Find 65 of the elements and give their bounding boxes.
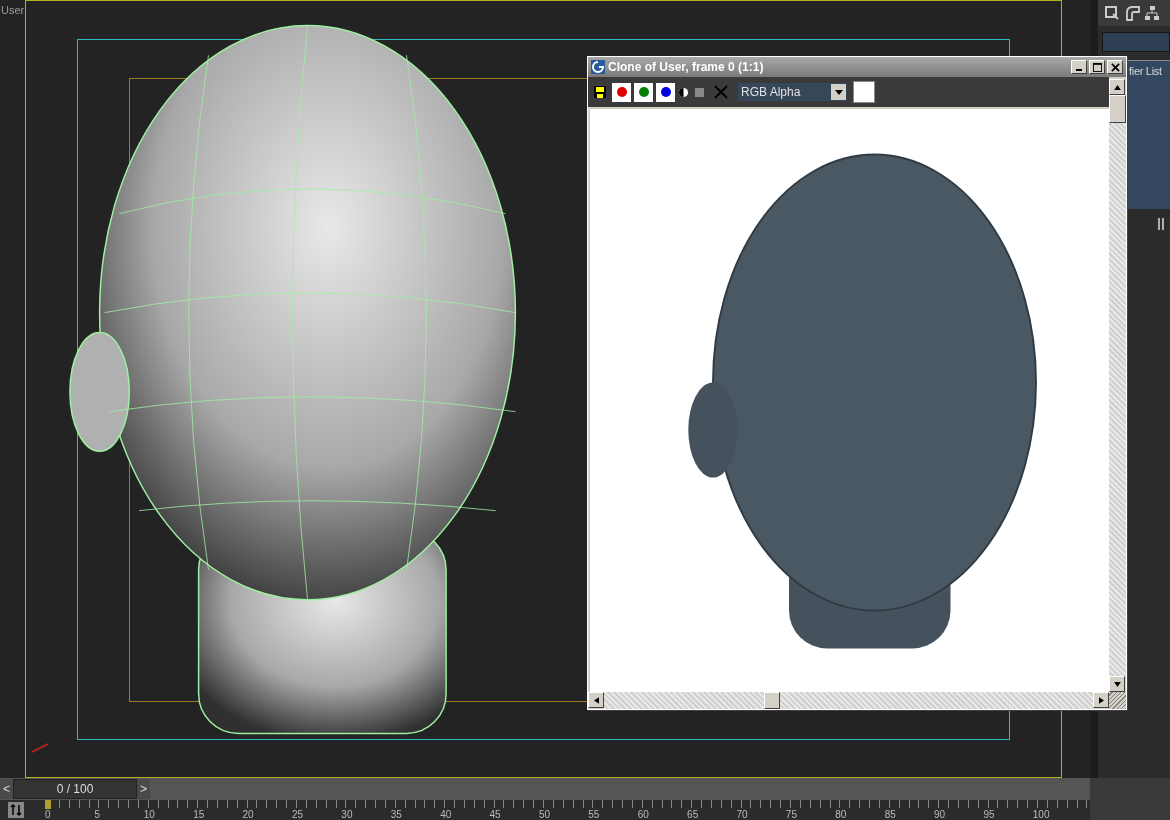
object-name-field[interactable] <box>1102 32 1170 52</box>
channel-dropdown[interactable]: RGB Alpha <box>738 83 847 101</box>
scrollbar-thumb[interactable] <box>764 692 780 709</box>
frame-number: 40 <box>440 809 453 820</box>
down-triangle-icon <box>1113 681 1121 687</box>
hierarchy-tab-icon[interactable] <box>1144 5 1160 21</box>
frame-number: 5 <box>94 809 101 820</box>
frame-number: 25 <box>291 809 305 820</box>
contrast-icon[interactable] <box>678 86 689 98</box>
left-triangle-icon <box>593 696 599 704</box>
modifier-list[interactable]: fier List <box>1128 60 1170 209</box>
frame-number: 15 <box>193 809 206 820</box>
channel-toggle-button[interactable] <box>634 82 653 102</box>
resize-grip-icon[interactable] <box>1109 692 1126 709</box>
key-mode-icon[interactable] <box>8 802 24 820</box>
previous-frame-button[interactable]: < <box>0 779 13 799</box>
frame-number: 20 <box>242 809 255 820</box>
close-icon <box>1110 62 1120 72</box>
frame-number: 90 <box>934 809 947 820</box>
vertical-scrollbar[interactable] <box>1109 77 1126 709</box>
scroll-down-button[interactable] <box>1109 676 1125 692</box>
scrollbar-thumb[interactable] <box>1109 95 1126 123</box>
frame-number: 65 <box>687 809 700 820</box>
minimize-icon <box>1076 68 1082 71</box>
time-slider[interactable]: < 0 / 100 > <box>0 778 1090 800</box>
frame-number: 30 <box>341 809 354 820</box>
frame-number: 100 <box>1032 809 1051 820</box>
modify-tab-icon[interactable] <box>1104 5 1120 21</box>
next-frame-button[interactable]: > <box>137 779 150 799</box>
pin-stack-icon[interactable] <box>1156 217 1166 231</box>
window-title: Clone of User, frame 0 (1:1) <box>608 60 765 74</box>
pipe-tab-icon[interactable] <box>1124 5 1140 21</box>
frame-number: 55 <box>588 809 601 820</box>
scroll-left-button[interactable] <box>588 692 604 708</box>
frame-number: 95 <box>983 809 996 820</box>
close-button[interactable] <box>1107 60 1123 74</box>
frame-number: 70 <box>736 809 749 820</box>
frame-number: 35 <box>390 809 403 820</box>
time-slider-thumb[interactable]: 0 / 100 <box>13 779 137 799</box>
axis-icon <box>30 740 50 754</box>
right-triangle-icon <box>1098 696 1104 704</box>
modifier-list-label[interactable]: fier List <box>1129 65 1162 77</box>
scroll-right-button[interactable] <box>1093 692 1109 708</box>
frame-number: 60 <box>637 809 650 820</box>
minimize-button[interactable] <box>1071 60 1087 74</box>
horizontal-scrollbar[interactable] <box>588 692 1109 709</box>
save-icon[interactable] <box>594 86 606 98</box>
channel-toggle-button[interactable] <box>612 82 631 102</box>
color-swatch[interactable] <box>853 81 875 103</box>
frame-number: 0 <box>45 809 52 820</box>
maximize-button[interactable] <box>1089 60 1105 74</box>
maximize-icon <box>1092 62 1102 72</box>
channel-toggle-button[interactable] <box>656 82 675 102</box>
current-frame-marker[interactable] <box>45 800 51 809</box>
frame-number: 45 <box>489 809 502 820</box>
frame-number: 10 <box>143 809 156 820</box>
frame-number: 50 <box>538 809 552 820</box>
up-triangle-icon <box>1113 84 1121 90</box>
frame-number: 85 <box>884 809 897 820</box>
scroll-up-button[interactable] <box>1109 79 1125 95</box>
frame-number: 80 <box>835 809 848 820</box>
app-logo-icon <box>591 60 605 74</box>
mono-square-icon[interactable] <box>695 87 704 97</box>
viewport-label[interactable]: User <box>1 4 25 16</box>
frame-number: 75 <box>785 809 798 820</box>
